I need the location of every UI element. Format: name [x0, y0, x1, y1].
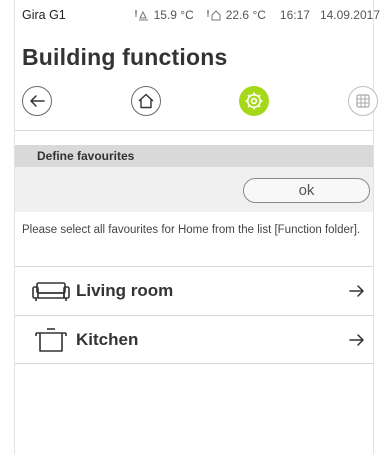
clock-time: 16:17 [279, 8, 310, 22]
outdoor-thermometer-icon [134, 10, 148, 21]
grid-icon [356, 94, 370, 108]
section-header: Define favourites [15, 145, 373, 167]
indoor-thermometer-icon [206, 10, 221, 21]
list-item-label: Living room [76, 281, 174, 300]
home-icon [138, 93, 154, 109]
list-item-living-room[interactable]: Living room [15, 266, 373, 315]
outdoor-temp-value: 15.9 °C [153, 8, 194, 22]
status-bar: Gira G1 15.9 °C 22.6 °C 16:17 14.09.2017 [22, 6, 380, 24]
cooking-pot-icon [35, 327, 67, 352]
instruction-text: Please select all favourites for Home fr… [22, 224, 361, 236]
back-button[interactable] [22, 86, 52, 116]
arrow-right-icon [349, 285, 364, 297]
grid-view-button[interactable] [347, 86, 378, 116]
device-name: Gira G1 [22, 8, 66, 22]
page-title: Building functions [22, 44, 228, 70]
settings-button[interactable] [239, 86, 270, 116]
ok-button[interactable]: ok [243, 178, 370, 203]
gear-icon [245, 92, 263, 110]
list-item-label: Kitchen [76, 329, 139, 349]
back-arrow-icon [30, 95, 45, 107]
indoor-temp-value: 22.6 °C [225, 8, 266, 22]
outdoor-temperature: 15.9 °C [134, 8, 194, 22]
confirm-row: ok [15, 167, 373, 212]
device-screen: Gira G1 15.9 °C 22.6 °C 16:17 14.09.2017… [0, 0, 388, 454]
function-folder-list: Living room Kitchen [15, 266, 373, 364]
indoor-temperature: 22.6 °C [206, 8, 266, 22]
navigation-bar [22, 84, 378, 118]
home-button[interactable] [130, 86, 161, 116]
arrow-right-icon [349, 333, 364, 346]
clock-date: 14.09.2017 [319, 8, 380, 22]
sofa-icon [32, 282, 70, 301]
frame-edge-right [373, 0, 374, 454]
list-item-kitchen[interactable]: Kitchen [15, 315, 373, 364]
header-divider [15, 130, 373, 131]
frame-edge-left [14, 0, 15, 454]
